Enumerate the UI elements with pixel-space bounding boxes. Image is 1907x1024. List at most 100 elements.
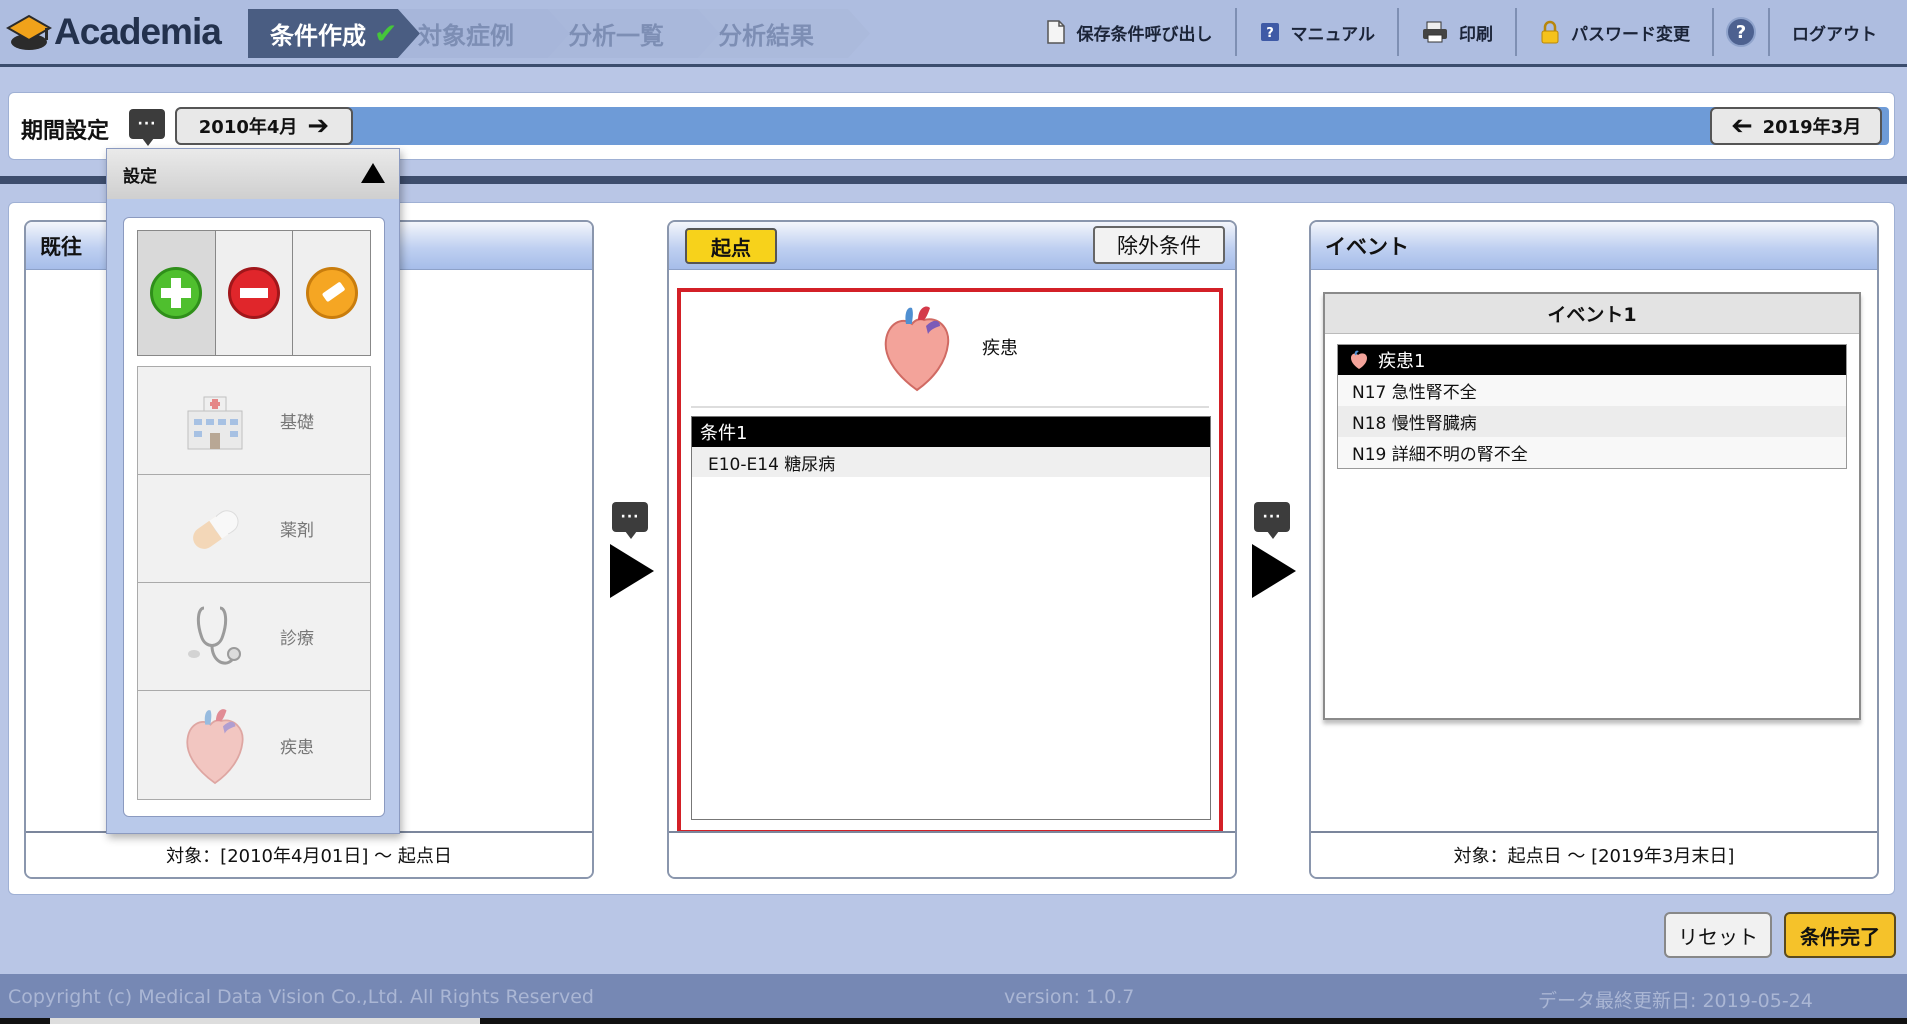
app-header: Academia 条件作成 ✔ 対象症例 分析一覧 分析結果 保存条件呼び出し (0, 0, 1907, 67)
pill-icon (193, 509, 239, 549)
comment-icon[interactable]: ··· (612, 502, 648, 539)
play-arrow-icon (1252, 544, 1296, 598)
nav-label: 印刷 (1459, 24, 1493, 45)
origin-column[interactable]: 起点 除外条件 疾患 条件1 E10-E14 糖尿病 (667, 220, 1237, 879)
tool-buttons (137, 230, 371, 356)
exclude-conditions-button[interactable]: 除外条件 (1093, 226, 1225, 264)
event-card[interactable]: イベント1 疾患1 N17 急性腎不全 N18 慢性腎臓病 N19 詳細不明の腎… (1323, 292, 1861, 720)
edit-button[interactable] (293, 231, 371, 355)
remove-button[interactable] (215, 231, 294, 355)
category-label: 基礎 (280, 413, 314, 433)
nav-label: 保存条件呼び出し (1076, 24, 1213, 45)
comment-icon[interactable]: ··· (1254, 502, 1290, 539)
step-condition-create[interactable]: 条件作成 ✔ (248, 9, 420, 58)
event-list-title-text: 疾患1 (1378, 351, 1426, 372)
history-range-text: 対象：[2010年4月01日] ～ 起点日 (166, 846, 452, 867)
origin-condition-panel[interactable]: 疾患 条件1 E10-E14 糖尿病 (677, 288, 1223, 834)
disease-header: 疾患 (681, 292, 1219, 402)
add-button[interactable] (138, 231, 216, 355)
history-footer: 対象：[2010年4月01日] ～ 起点日 (26, 831, 592, 877)
category-disease[interactable]: 疾患 (138, 691, 370, 799)
comment-dots: ··· (137, 116, 157, 132)
period-end-button[interactable]: ➔ 2019年3月 (1710, 107, 1882, 145)
printer-icon (1423, 21, 1447, 43)
app-logo[interactable]: Academia (6, 11, 222, 52)
heart-icon (186, 709, 244, 785)
period-start-button[interactable]: 2010年4月 ➔ (175, 107, 353, 145)
step-label: 条件作成 (270, 22, 366, 50)
origin-badge[interactable]: 起点 (685, 228, 777, 264)
list-item[interactable]: N19 詳細不明の腎不全 (1338, 437, 1846, 468)
nav-label: マニュアル (1290, 24, 1376, 45)
category-label: 薬剤 (280, 521, 314, 541)
condition-title[interactable]: 条件1 (692, 417, 1210, 447)
step-target-cases[interactable]: 対象症例 (398, 9, 570, 58)
logo-text: Academia (54, 11, 222, 52)
settings-body: 基礎 薬剤 診療 疾患 (123, 217, 385, 817)
event-column[interactable]: イベント イベント1 疾患1 N17 急性腎不全 N18 慢性腎臓病 N19 詳… (1309, 220, 1879, 879)
lock-icon (1541, 20, 1559, 44)
hospital-icon (187, 396, 243, 449)
bottom-strip (0, 1018, 1907, 1024)
collapse-triangle-icon[interactable] (361, 163, 385, 183)
document-icon (1046, 20, 1065, 44)
last-updated-text: データ最終更新日: 2019-05-24 (1538, 990, 1813, 1012)
version-text: version: 1.0.7 (1004, 986, 1135, 1008)
category-medicine[interactable]: 薬剤 (138, 475, 370, 583)
condition-list[interactable]: 条件1 E10-E14 糖尿病 (691, 416, 1211, 820)
comment-icon[interactable]: ··· (129, 109, 165, 146)
flow-arrow (610, 544, 660, 598)
logout-button[interactable]: ログアウト (1768, 8, 1907, 56)
settings-dropdown[interactable]: 設定 基礎 薬剤 診療 疾患 (106, 148, 400, 834)
settings-title: 設定 (123, 166, 157, 187)
eraser-icon (305, 267, 358, 319)
check-icon: ✔ (374, 17, 398, 50)
condition-item[interactable]: E10-E14 糖尿病 (692, 447, 1210, 477)
change-password-button[interactable]: パスワード変更 (1515, 8, 1712, 56)
step-label: 分析結果 (718, 22, 814, 50)
minus-icon (228, 267, 280, 319)
copyright-text: Copyright (c) Medical Data Vision Co.,Lt… (8, 986, 594, 1008)
divider (691, 406, 1209, 408)
step-analysis-results[interactable]: 分析結果 (698, 9, 870, 58)
period-label: 期間設定 (21, 119, 110, 144)
category-basic[interactable]: 基礎 (138, 367, 370, 475)
step-analysis-list[interactable]: 分析一覧 (548, 9, 720, 58)
settings-dropdown-header[interactable]: 設定 (107, 149, 399, 199)
manual-button[interactable]: ? マニュアル (1234, 8, 1398, 56)
flow-arrow (1252, 544, 1302, 598)
category-label: 疾患 (280, 737, 314, 758)
help-icon: ? (1726, 17, 1756, 47)
workflow-steps: 条件作成 ✔ 対象症例 分析一覧 分析結果 (248, 9, 868, 58)
complete-conditions-button[interactable]: 条件完了 (1784, 912, 1896, 958)
load-saved-conditions-button[interactable]: 保存条件呼び出し (1023, 8, 1235, 56)
period-end-label: 2019年3月 (1762, 117, 1862, 138)
origin-header: 起点 除外条件 (669, 222, 1235, 270)
event-footer: 対象：起点日 ～ [2019年3月末日] (1311, 831, 1877, 877)
bottom-tab (50, 1018, 480, 1024)
category-list: 基礎 薬剤 診療 疾患 (137, 366, 371, 800)
heart-icon (1351, 350, 1367, 369)
arrow-left-icon: ➔ (1730, 111, 1753, 141)
period-range-bar[interactable] (177, 107, 1889, 145)
step-label: 対象症例 (418, 22, 514, 50)
arrow-right-icon: ➔ (307, 111, 330, 141)
svg-text:?: ? (1266, 26, 1274, 41)
event-condition-list[interactable]: 疾患1 N17 急性腎不全 N18 慢性腎臓病 N19 詳細不明の腎不全 (1337, 344, 1847, 469)
history-title: 既往 (40, 234, 82, 259)
list-item[interactable]: N18 慢性腎臓病 (1338, 406, 1846, 437)
list-item[interactable]: N17 急性腎不全 (1338, 375, 1846, 406)
event-range-text: 対象：起点日 ～ [2019年3月末日] (1453, 846, 1735, 867)
manual-book-icon: ? (1260, 23, 1279, 41)
category-label: 診療 (280, 629, 314, 649)
category-treatment[interactable]: 診療 (138, 583, 370, 691)
help-button[interactable]: ? (1712, 8, 1768, 56)
reset-button[interactable]: リセット (1664, 912, 1772, 958)
event-list-title[interactable]: 疾患1 (1338, 345, 1846, 375)
origin-footer (669, 831, 1235, 877)
header-nav: 保存条件呼び出し ? マニュアル 印刷 パスワード変更 ? ログアウト (1023, 8, 1907, 56)
step-label: 分析一覧 (568, 22, 664, 50)
event-card-title: イベント1 (1325, 294, 1859, 334)
period-start-label: 2010年4月 (198, 117, 298, 138)
print-button[interactable]: 印刷 (1397, 8, 1515, 56)
